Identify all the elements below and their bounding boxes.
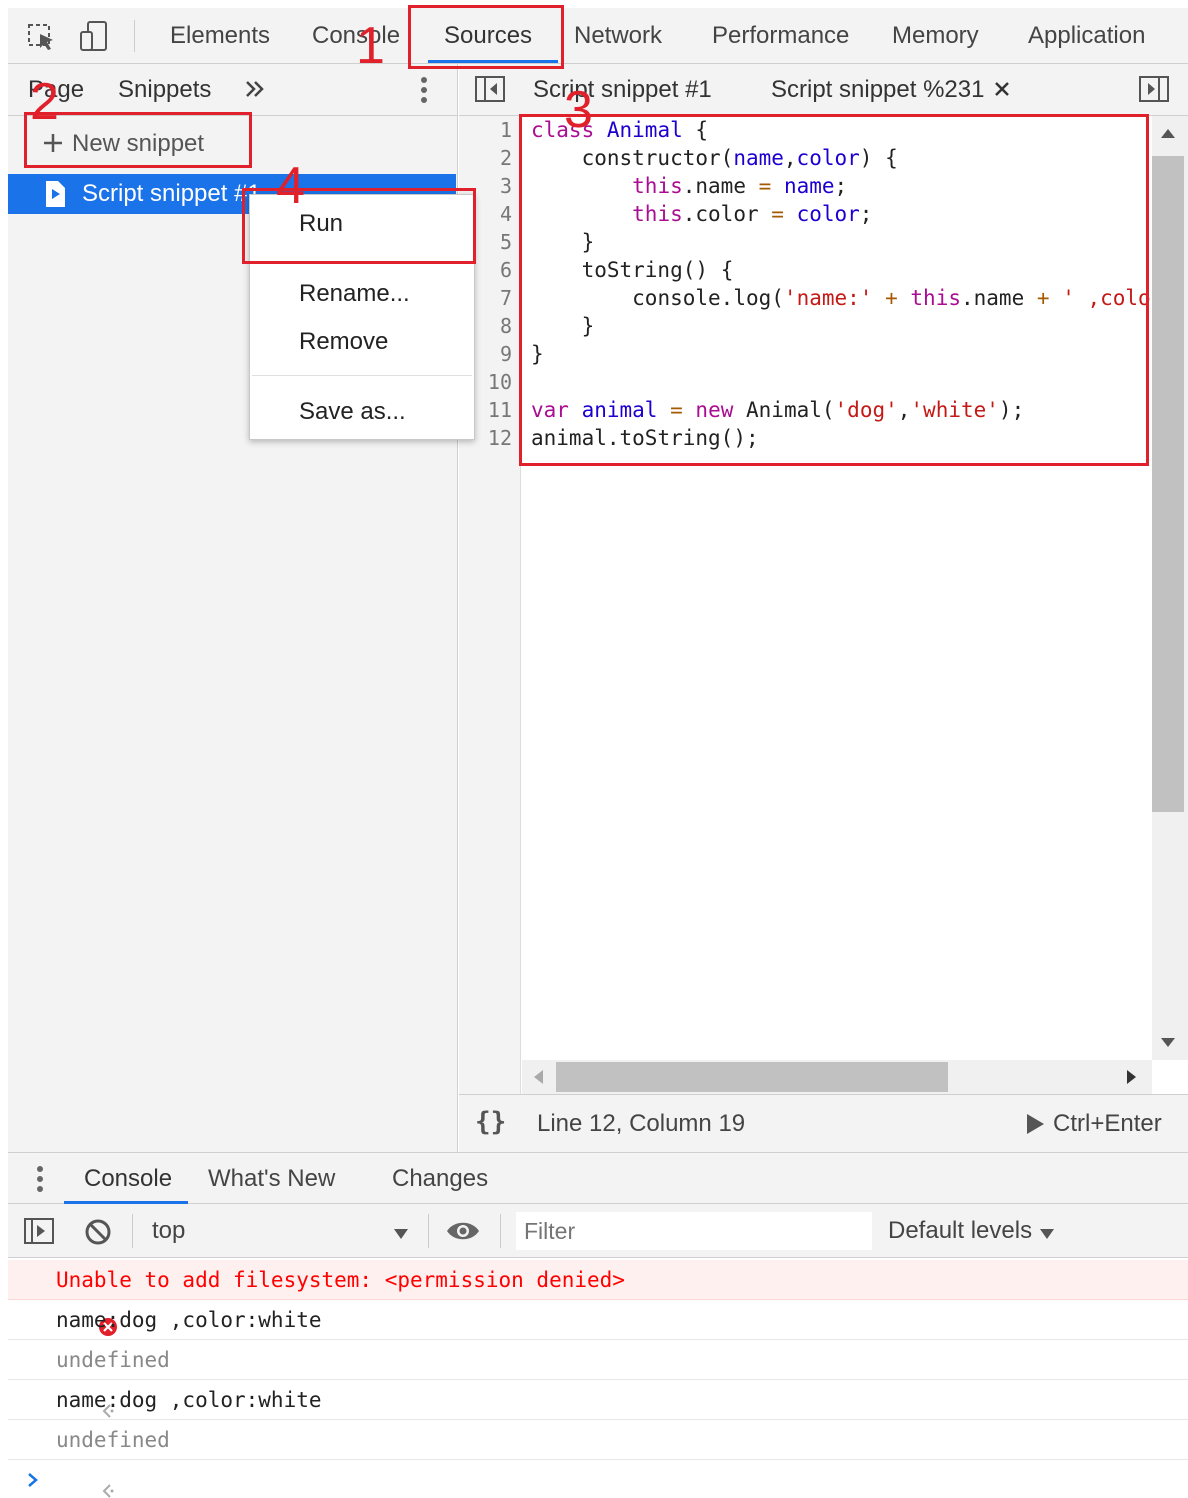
console-message-text: undefined [56, 1348, 170, 1372]
clear-console-icon[interactable] [84, 1218, 112, 1246]
console-error-message: Unable to add filesystem: <permission de… [8, 1260, 1188, 1336]
drawer-menu-icon[interactable] [36, 1165, 44, 1193]
snippet-file-icon [44, 180, 66, 208]
toolbar-divider [132, 1214, 133, 1248]
menu-item-save-as[interactable]: Save as... [299, 395, 406, 429]
more-options-icon[interactable] [420, 76, 428, 104]
prompt-chevron-icon [26, 1472, 40, 1488]
annotation-box-code [519, 114, 1149, 466]
log-levels-label: Default levels [888, 1217, 1033, 1244]
close-tab-icon[interactable] [993, 80, 1011, 98]
toolbar-divider [500, 1214, 501, 1248]
editor-status-bar: {} Line 12, Column 19 Ctrl+Enter [459, 1094, 1188, 1152]
console-result-message: undefined [8, 1340, 1188, 1418]
line-number: 3 [499, 174, 512, 198]
pretty-print-icon[interactable]: {} [475, 1105, 506, 1139]
context-selector-value: top [152, 1217, 186, 1244]
dropdown-arrow-icon [1040, 1226, 1054, 1239]
cursor-position: Line 12, Column 19 [537, 1110, 746, 1137]
tab-snippets[interactable]: Snippets [118, 64, 211, 116]
run-shortcut-label[interactable]: Ctrl+Enter [1053, 1107, 1162, 1141]
console-log-message: name:dog ,color:white [8, 1380, 1188, 1420]
tab-memory[interactable]: Memory [892, 8, 979, 64]
toolbar-divider [134, 20, 135, 52]
tab-performance[interactable]: Performance [712, 8, 849, 64]
scroll-left-arrow-icon[interactable] [532, 1069, 544, 1085]
toggle-debugger-icon[interactable] [1139, 76, 1169, 102]
devtools-main-tabbar: Elements Console Sources Network Perform… [8, 8, 1188, 64]
dropdown-arrow-icon [394, 1226, 408, 1239]
drawer-tab-whats-new[interactable]: What's New [208, 1153, 335, 1205]
console-message-text: name:dog ,color:white [56, 1308, 322, 1332]
annotation-number-3: 3 [564, 81, 593, 139]
annotation-number-2: 2 [30, 73, 59, 131]
console-toolbar: top Default levels [8, 1204, 1188, 1258]
result-arrow-icon [24, 1352, 114, 1418]
vertical-scrollbar[interactable] [1152, 116, 1188, 1060]
tab-elements[interactable]: Elements [170, 8, 270, 64]
result-arrow-icon [24, 1432, 114, 1498]
horizontal-scrollbar[interactable] [522, 1060, 1152, 1094]
line-number: 10 [487, 370, 512, 394]
line-number: 8 [499, 314, 512, 338]
show-sidebar-icon[interactable] [24, 1218, 54, 1244]
vertical-scroll-thumb[interactable] [1152, 156, 1184, 812]
scroll-down-arrow-icon[interactable] [1160, 1036, 1176, 1048]
line-number: 12 [487, 426, 512, 450]
line-number: 7 [499, 286, 512, 310]
line-number: 11 [487, 398, 512, 422]
line-number: 9 [499, 342, 512, 366]
inspect-element-icon[interactable] [26, 22, 56, 52]
menu-separator [252, 375, 472, 376]
tab-application[interactable]: Application [1028, 8, 1145, 64]
drawer-tab-changes[interactable]: Changes [392, 1153, 488, 1205]
console-result-message: undefined [8, 1420, 1188, 1498]
snippet-item-label: Script snippet #1 [82, 180, 261, 207]
run-snippet-icon[interactable] [1025, 1113, 1045, 1135]
line-number: 5 [499, 230, 512, 254]
editor-tab-snippet-1[interactable]: Script snippet #1 [533, 64, 712, 116]
toggle-navigator-icon[interactable] [475, 76, 505, 102]
navigator-tabbar: Page Snippets [8, 64, 458, 116]
console-prompt[interactable] [8, 1460, 1188, 1498]
tab-network[interactable]: Network [574, 8, 662, 64]
console-message-text: name:dog ,color:white [56, 1388, 322, 1412]
annotation-number-4: 4 [276, 157, 305, 215]
error-icon [22, 1270, 117, 1336]
drawer-tab-console[interactable]: Console [84, 1153, 172, 1205]
device-toolbar-icon[interactable] [78, 20, 110, 54]
line-number: 4 [499, 202, 512, 226]
line-number: 6 [499, 258, 512, 282]
console-filter-input[interactable] [516, 1212, 872, 1250]
toolbar-divider [428, 1214, 429, 1248]
console-messages: Unable to add filesystem: <permission de… [8, 1258, 1188, 1498]
annotation-number-1: 1 [356, 17, 385, 75]
annotation-box-sources-tab [408, 5, 564, 69]
menu-item-remove[interactable]: Remove [299, 325, 388, 359]
console-message-text: Unable to add filesystem: <permission de… [56, 1268, 625, 1292]
log-levels-dropdown[interactable]: Default levels [888, 1212, 1068, 1250]
drawer-tabbar: Console What's New Changes [8, 1152, 1188, 1204]
scroll-right-arrow-icon[interactable] [1126, 1069, 1138, 1085]
line-number: 2 [499, 146, 512, 170]
console-log-message: name:dog ,color:white [8, 1300, 1188, 1340]
console-message-text: undefined [56, 1428, 170, 1452]
double-chevron-icon[interactable] [244, 78, 266, 100]
editor-tab-snippet-231[interactable]: Script snippet %231 [771, 64, 984, 116]
context-selector[interactable]: top [144, 1212, 414, 1250]
line-number: 1 [499, 118, 512, 142]
menu-item-rename[interactable]: Rename... [299, 277, 410, 311]
live-expression-eye-icon[interactable] [446, 1218, 480, 1244]
scroll-up-arrow-icon[interactable] [1160, 126, 1176, 138]
horizontal-scroll-thumb[interactable] [556, 1062, 948, 1092]
